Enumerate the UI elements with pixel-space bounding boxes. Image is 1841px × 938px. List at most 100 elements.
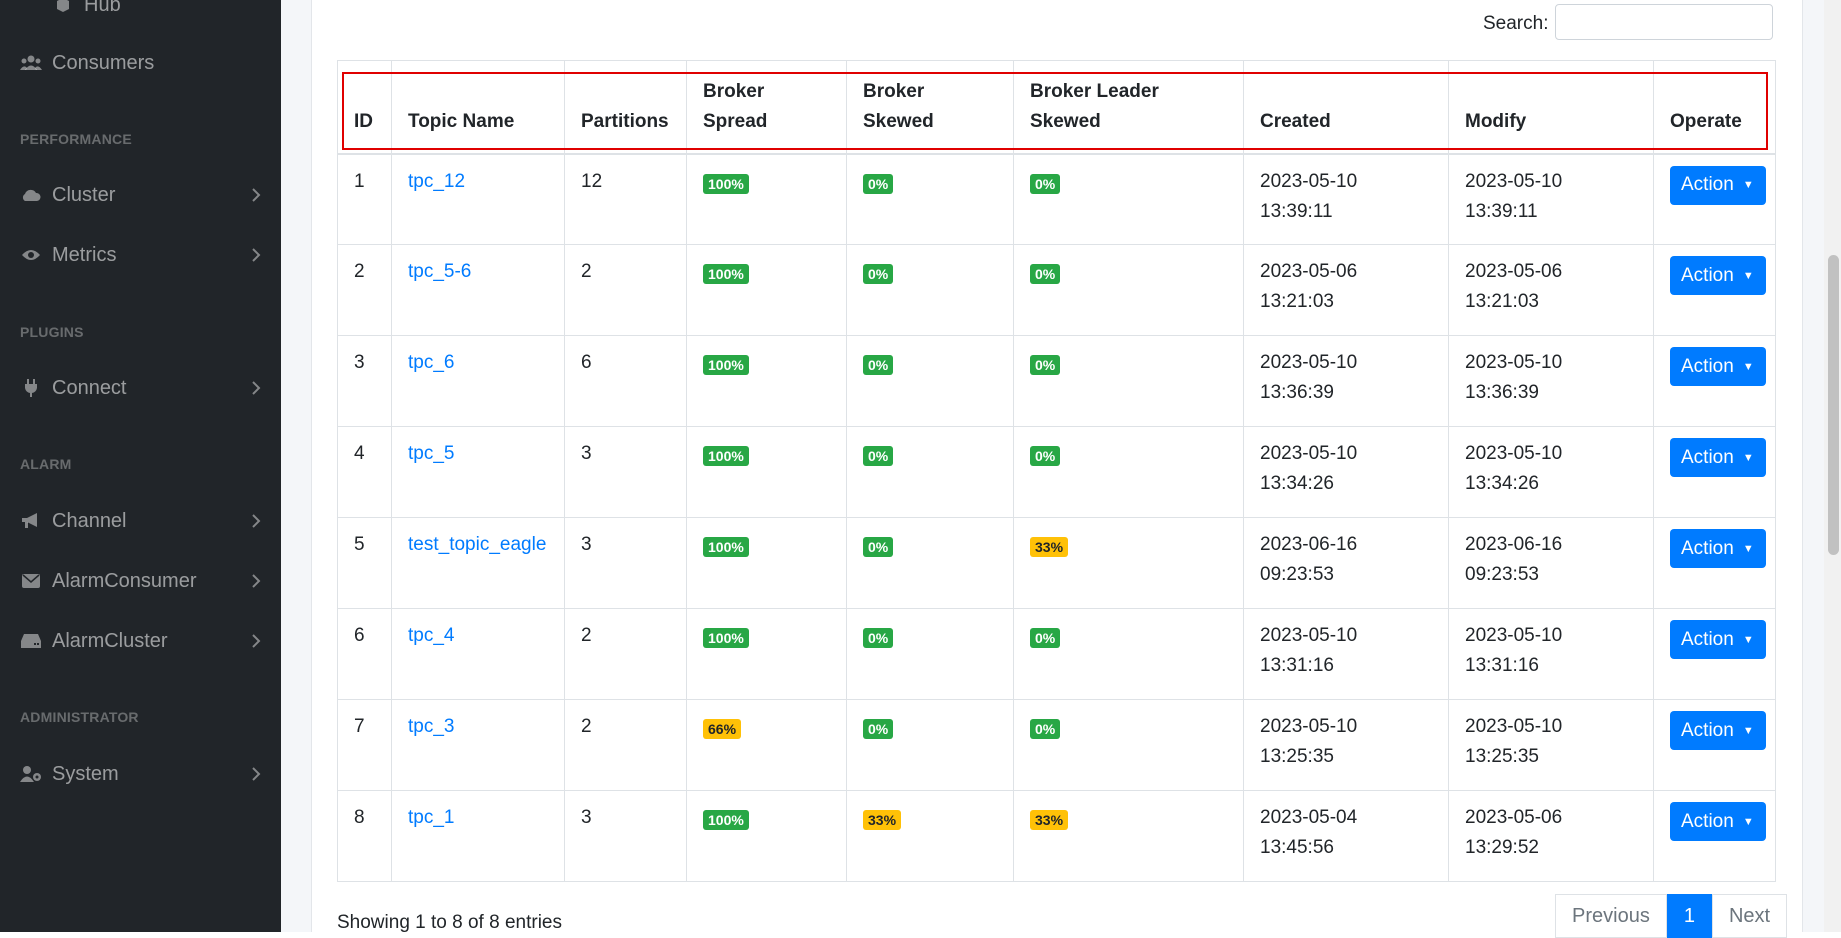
- cell-id: 1: [337, 153, 392, 245]
- bullhorn-icon: [20, 513, 42, 529]
- broker-spread-badge: 100%: [703, 810, 749, 830]
- broker-leader-skewed-badge: 33%: [1030, 537, 1069, 557]
- cell-broker-spread: 100%: [686, 244, 847, 336]
- caret-down-icon: ▼: [1742, 451, 1754, 464]
- action-dropdown-button[interactable]: Action ▼: [1670, 256, 1766, 295]
- topic-link[interactable]: test_topic_eagle: [408, 534, 546, 555]
- created-date: 2023-05-10: [1260, 716, 1358, 737]
- modify-date: 2023-05-10: [1465, 352, 1563, 373]
- sidebar-item-alarm-cluster[interactable]: AlarmCluster: [20, 626, 261, 656]
- page-scrollbar[interactable]: [1824, 0, 1841, 932]
- action-label: Action: [1681, 174, 1734, 195]
- cell-created: 2023-05-10 13:25:35: [1243, 699, 1449, 791]
- sidebar-item-label: Channel: [52, 509, 127, 532]
- header-id[interactable]: ID: [337, 60, 392, 155]
- modify-date: 2023-05-06: [1465, 807, 1563, 828]
- pagination-next[interactable]: Next: [1711, 894, 1788, 938]
- sidebar-item-label: Hub: [84, 0, 121, 16]
- topics-table: ID Topic Name Partitions Broker Spread B…: [337, 60, 1776, 882]
- broker-skewed-badge: 0%: [863, 719, 894, 739]
- sidebar-item-channel[interactable]: Channel: [20, 506, 261, 536]
- pagination-page[interactable]: 1: [1666, 894, 1712, 938]
- sidebar-item-connect[interactable]: Connect: [20, 373, 261, 403]
- partitions-value: 3: [581, 534, 592, 555]
- caret-down-icon: ▼: [1742, 542, 1754, 555]
- modify-time: 13:34:26: [1465, 473, 1539, 494]
- cell-modify: 2023-05-10 13:25:35: [1448, 699, 1654, 791]
- cell-topic: tpc_5: [391, 426, 565, 518]
- cell-topic: tpc_4: [391, 608, 565, 700]
- action-dropdown-button[interactable]: Action ▼: [1670, 620, 1766, 659]
- cell-created: 2023-05-10 13:34:26: [1243, 426, 1449, 518]
- cell-broker-leader-skewed: 33%: [1013, 517, 1244, 609]
- table-row: 2 tpc_5-6 2 100% 0% 0% 2023-05-06 13:21:03 2023-…: [337, 244, 1776, 336]
- action-dropdown-button[interactable]: Action ▼: [1670, 438, 1766, 477]
- chevron-right-icon: [251, 512, 261, 535]
- action-dropdown-button[interactable]: Action ▼: [1670, 165, 1766, 205]
- topic-link[interactable]: tpc_4: [408, 625, 454, 646]
- cell-broker-skewed: 0%: [846, 153, 1014, 245]
- created-date: 2023-05-06: [1260, 261, 1358, 282]
- created-date: 2023-06-16: [1260, 534, 1358, 555]
- user-cog-icon: [20, 766, 42, 782]
- header-broker-spread[interactable]: Broker Spread: [686, 60, 847, 155]
- action-dropdown-button[interactable]: Action ▼: [1670, 711, 1766, 750]
- sidebar-item-system[interactable]: System: [20, 759, 261, 789]
- action-dropdown-button[interactable]: Action ▼: [1670, 529, 1766, 568]
- pagination-previous[interactable]: Previous: [1555, 894, 1667, 938]
- header-partitions[interactable]: Partitions: [564, 60, 687, 155]
- cell-broker-spread: 66%: [686, 699, 847, 791]
- action-label: Action: [1681, 628, 1734, 650]
- sidebar-item-hub[interactable]: Hub: [20, 0, 261, 20]
- cell-modify: 2023-05-10 13:34:26: [1448, 426, 1654, 518]
- header-modify[interactable]: Modify: [1448, 60, 1654, 155]
- header-topic-name[interactable]: Topic Name: [391, 60, 565, 155]
- cell-topic: tpc_1: [391, 790, 565, 882]
- action-dropdown-button[interactable]: Action ▼: [1670, 802, 1766, 841]
- partitions-value: 3: [581, 807, 592, 828]
- broker-leader-skewed-badge: 0%: [1030, 264, 1061, 284]
- broker-leader-skewed-badge: 0%: [1030, 628, 1061, 648]
- cell-broker-spread: 100%: [686, 153, 847, 245]
- cell-id: 7: [337, 699, 392, 791]
- topic-link[interactable]: tpc_1: [408, 807, 454, 828]
- partitions-value: 12: [581, 170, 603, 192]
- search-input[interactable]: [1555, 4, 1773, 40]
- header-created[interactable]: Created: [1243, 60, 1449, 155]
- sidebar-item-label: Connect: [52, 376, 127, 399]
- cell-modify: 2023-05-10 13:36:39: [1448, 335, 1654, 427]
- cell-id: 3: [337, 335, 392, 427]
- sidebar-item-cluster[interactable]: Cluster: [20, 180, 261, 210]
- cell-operate: Action ▼: [1653, 790, 1776, 882]
- cell-id: 5: [337, 517, 392, 609]
- action-dropdown-button[interactable]: Action ▼: [1670, 347, 1766, 386]
- topic-link[interactable]: tpc_3: [408, 716, 454, 737]
- topic-link[interactable]: tpc_5-6: [408, 261, 471, 282]
- broker-skewed-badge: 0%: [863, 446, 894, 466]
- cell-topic: tpc_5-6: [391, 244, 565, 336]
- topic-id: 5: [354, 534, 365, 555]
- cell-broker-skewed: 0%: [846, 426, 1014, 518]
- cell-topic: tpc_6: [391, 335, 565, 427]
- cell-broker-skewed: 33%: [846, 790, 1014, 882]
- cell-id: 6: [337, 608, 392, 700]
- sidebar-heading-administrator: ADMINISTRATOR: [20, 709, 139, 725]
- topic-link[interactable]: tpc_6: [408, 352, 454, 373]
- created-date: 2023-05-04: [1260, 807, 1358, 828]
- sidebar-item-metrics[interactable]: Metrics: [20, 240, 261, 270]
- cell-partitions: 3: [564, 517, 687, 609]
- envelope-icon: [20, 574, 42, 588]
- partitions-value: 6: [581, 352, 592, 373]
- modify-time: 13:31:16: [1465, 655, 1539, 676]
- sidebar-item-alarm-consumer[interactable]: AlarmConsumer: [20, 566, 261, 596]
- chevron-right-icon: [251, 572, 261, 595]
- header-broker-skewed[interactable]: Broker Skewed: [846, 60, 1014, 155]
- broker-skewed-badge: 0%: [863, 173, 894, 194]
- cell-broker-leader-skewed: 0%: [1013, 608, 1244, 700]
- header-broker-leader-skewed[interactable]: Broker Leader Skewed: [1013, 60, 1244, 155]
- scrollbar-thumb[interactable]: [1828, 255, 1839, 555]
- topic-link[interactable]: tpc_5: [408, 443, 454, 464]
- topic-link[interactable]: tpc_12: [408, 171, 465, 192]
- sidebar-item-consumers[interactable]: Consumers: [20, 48, 261, 78]
- topics-table-wrapper: ID Topic Name Partitions Broker Spread B…: [337, 60, 1776, 882]
